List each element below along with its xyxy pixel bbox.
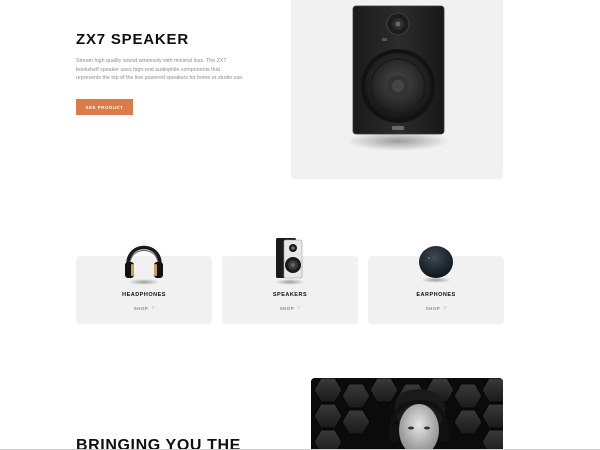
hero-title: ZX7 SPEAKER	[76, 31, 189, 48]
category-card-speakers[interactable]: SPEAKERS SHOP ›	[222, 238, 358, 324]
hero-text-block: ZX7 SPEAKER Stream high quality sound wi…	[76, 31, 246, 115]
shop-label: SHOP	[279, 305, 295, 311]
chevron-right-icon: ›	[298, 305, 301, 311]
chevron-right-icon: ›	[444, 305, 447, 311]
hero-image-card	[291, 0, 503, 179]
category-card-earphones[interactable]: EARPHONES SHOP ›	[368, 246, 504, 324]
earphones-image	[419, 246, 453, 283]
zx7-speaker-image	[346, 5, 450, 151]
chevron-right-icon: ›	[152, 305, 155, 311]
shop-link-speakers[interactable]: SHOP ›	[222, 305, 358, 311]
shop-link-headphones[interactable]: SHOP ›	[76, 305, 212, 311]
category-name: HEADPHONES	[122, 292, 166, 298]
shop-label: SHOP	[133, 305, 149, 311]
about-image-frame	[311, 378, 503, 450]
shop-label: SHOP	[425, 305, 441, 311]
headphones-image	[125, 245, 163, 285]
speaker-image	[275, 238, 305, 285]
category-card-headphones[interactable]: HEADPHONES SHOP ›	[76, 245, 212, 324]
hero-description: Stream high quality sound wirelessly wit…	[76, 58, 244, 82]
category-name: EARPHONES	[416, 292, 456, 298]
category-name: SPEAKERS	[272, 292, 308, 298]
man-with-headphones-photo	[311, 378, 503, 450]
shop-link-earphones[interactable]: SHOP ›	[368, 305, 504, 311]
see-product-button[interactable]: SEE PRODUCT	[76, 99, 133, 115]
